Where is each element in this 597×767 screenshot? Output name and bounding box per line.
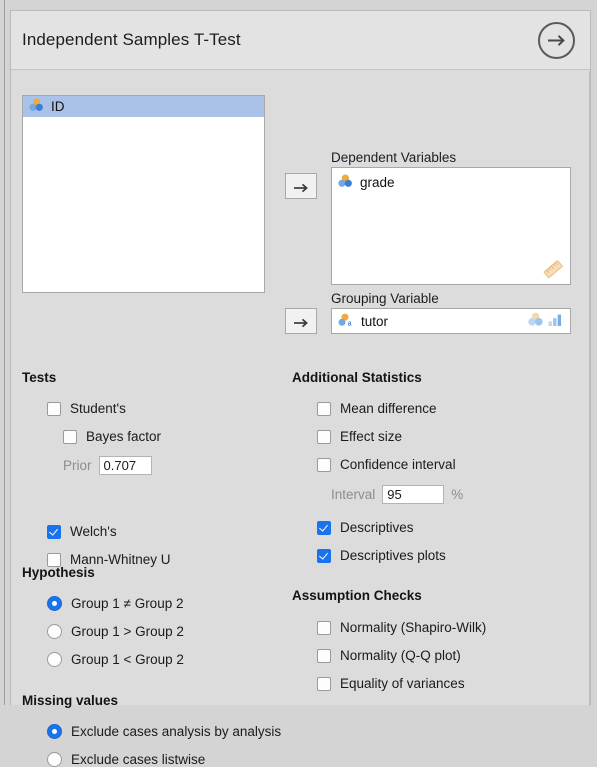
nominal-variable-icon <box>29 98 44 115</box>
allowed-variable-types <box>528 312 563 332</box>
interval-field-row: Interval % <box>331 485 463 504</box>
assign-dependent-button[interactable] <box>285 173 317 199</box>
scale-ruler-icon <box>542 258 564 280</box>
interval-label: Interval <box>331 487 376 502</box>
nominal-text-variable-icon: a <box>338 313 354 330</box>
radio-label: Group 1 ≠ Group 2 <box>71 596 184 611</box>
hypothesis-section-title: Hypothesis <box>22 565 95 580</box>
checkbox-effect-size[interactable]: Effect size <box>317 429 402 444</box>
dependent-variables-label: Dependent Variables <box>331 150 457 165</box>
radio-label: Exclude cases analysis by analysis <box>71 724 282 739</box>
page-title: Independent Samples T-Test <box>22 30 241 49</box>
checkbox-label: Descriptives <box>340 520 414 535</box>
assign-grouping-button[interactable] <box>285 308 317 334</box>
list-item-label: tutor <box>361 314 389 329</box>
list-item[interactable]: ID <box>23 96 264 117</box>
checkbox-normality-qq-plot[interactable]: Normality (Q-Q plot) <box>317 648 461 663</box>
checkbox-welch[interactable]: Welch's <box>47 524 117 539</box>
checkbox-label: Effect size <box>340 429 403 444</box>
checkbox-box[interactable] <box>317 676 331 691</box>
arrow-right-icon <box>294 183 308 193</box>
checkbox-label: Descriptives plots <box>340 548 446 563</box>
radio-hypothesis-greater[interactable]: Group 1 > Group 2 <box>47 624 184 639</box>
checkbox-mean-difference[interactable]: Mean difference <box>317 401 437 416</box>
checkbox-box[interactable] <box>317 401 331 416</box>
checkbox-label: Normality (Shapiro-Wilk) <box>340 620 487 635</box>
list-item-label: ID <box>51 99 65 114</box>
analysis-options-panel: Independent Samples T-Test ID Dependent … <box>0 0 597 767</box>
grouping-variable-box[interactable]: a tutor <box>331 308 571 334</box>
radio-button[interactable] <box>47 724 62 739</box>
missing-values-section-title: Missing values <box>22 693 119 708</box>
svg-text:a: a <box>348 320 352 327</box>
radio-button[interactable] <box>47 652 62 667</box>
dependent-variables-box[interactable]: grade <box>331 167 571 285</box>
radio-button[interactable] <box>47 596 62 611</box>
radio-label: Group 1 > Group 2 <box>71 624 184 639</box>
checkbox-label: Mean difference <box>340 401 437 416</box>
checkbox-confidence-interval[interactable]: Confidence interval <box>317 457 456 472</box>
checkbox-label: Student's <box>70 401 126 416</box>
radio-exclude-listwise[interactable]: Exclude cases listwise <box>47 752 205 767</box>
checkbox-students[interactable]: Student's <box>47 401 126 416</box>
checkbox-bayes-factor[interactable]: Bayes factor <box>63 429 161 444</box>
checkbox-label: Bayes factor <box>86 429 162 444</box>
prior-field-row: Prior <box>63 456 152 475</box>
radio-label: Exclude cases listwise <box>71 752 206 767</box>
analysis-titlebar: Independent Samples T-Test <box>11 11 590 70</box>
radio-hypothesis-less[interactable]: Group 1 < Group 2 <box>47 652 184 667</box>
checkbox-descriptives-plots[interactable]: Descriptives plots <box>317 548 446 563</box>
ordinal-variable-icon <box>547 312 563 332</box>
checkbox-box[interactable] <box>317 520 331 535</box>
checkbox-label: Equality of variances <box>340 676 465 691</box>
checkbox-box[interactable] <box>317 548 331 563</box>
list-item[interactable]: grade <box>332 172 570 193</box>
checkbox-box[interactable] <box>317 620 331 635</box>
checkbox-box[interactable] <box>317 457 331 472</box>
checkbox-descriptives[interactable]: Descriptives <box>317 520 414 535</box>
panel-frame: Independent Samples T-Test ID Dependent … <box>10 10 591 767</box>
radio-exclude-analysis-by-analysis[interactable]: Exclude cases analysis by analysis <box>47 724 281 739</box>
checkbox-label: Confidence interval <box>340 457 456 472</box>
prior-input[interactable] <box>98 456 152 475</box>
checkbox-label: Welch's <box>70 524 117 539</box>
nominal-variable-icon <box>338 174 353 191</box>
list-item-label: grade <box>360 175 395 190</box>
radio-label: Group 1 < Group 2 <box>71 652 184 667</box>
radio-button[interactable] <box>47 752 62 767</box>
interval-input[interactable] <box>382 485 445 504</box>
assumption-checks-section-title: Assumption Checks <box>292 588 422 603</box>
panel-right-edge <box>589 71 590 706</box>
radio-hypothesis-two-sided[interactable]: Group 1 ≠ Group 2 <box>47 596 183 611</box>
checkbox-normality-shapiro-wilk[interactable]: Normality (Shapiro-Wilk) <box>317 620 486 635</box>
checkbox-label: Normality (Q-Q plot) <box>340 648 461 663</box>
percent-suffix: % <box>451 487 464 502</box>
arrow-right-icon <box>294 318 308 328</box>
window-divider <box>4 0 5 705</box>
checkbox-box[interactable] <box>63 429 77 444</box>
available-variables-list[interactable]: ID <box>22 95 265 293</box>
arrow-right-circle-icon[interactable] <box>538 22 575 59</box>
checkbox-box[interactable] <box>47 524 61 539</box>
grouping-variable-label: Grouping Variable <box>331 291 439 306</box>
prior-label: Prior <box>63 458 92 473</box>
checkbox-box[interactable] <box>317 429 331 444</box>
tests-section-title: Tests <box>22 370 57 385</box>
radio-button[interactable] <box>47 624 62 639</box>
additional-statistics-section-title: Additional Statistics <box>292 370 422 385</box>
checkbox-box[interactable] <box>47 401 61 416</box>
checkbox-equality-of-variances[interactable]: Equality of variances <box>317 676 465 691</box>
checkbox-box[interactable] <box>317 648 331 663</box>
nominal-variable-icon <box>528 312 544 332</box>
